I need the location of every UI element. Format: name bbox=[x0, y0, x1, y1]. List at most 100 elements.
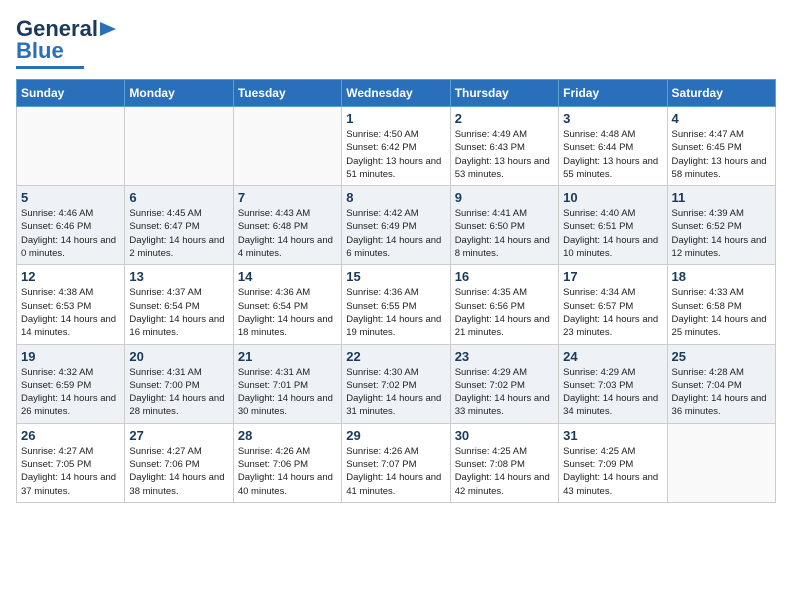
day-number: 1 bbox=[346, 111, 445, 126]
day-info: Sunrise: 4:25 AMSunset: 7:08 PMDaylight:… bbox=[455, 446, 550, 497]
day-info: Sunrise: 4:26 AMSunset: 7:07 PMDaylight:… bbox=[346, 446, 441, 497]
calendar-day-cell: 25 Sunrise: 4:28 AMSunset: 7:04 PMDaylig… bbox=[667, 344, 775, 423]
day-number: 14 bbox=[238, 269, 337, 284]
day-info: Sunrise: 4:41 AMSunset: 6:50 PMDaylight:… bbox=[455, 208, 550, 259]
calendar-day-cell: 3 Sunrise: 4:48 AMSunset: 6:44 PMDayligh… bbox=[559, 107, 667, 186]
day-info: Sunrise: 4:46 AMSunset: 6:46 PMDaylight:… bbox=[21, 208, 116, 259]
day-info: Sunrise: 4:34 AMSunset: 6:57 PMDaylight:… bbox=[563, 287, 658, 338]
day-info: Sunrise: 4:50 AMSunset: 6:42 PMDaylight:… bbox=[346, 129, 441, 180]
day-number: 23 bbox=[455, 349, 554, 364]
calendar-day-cell: 21 Sunrise: 4:31 AMSunset: 7:01 PMDaylig… bbox=[233, 344, 341, 423]
calendar-day-cell: 18 Sunrise: 4:33 AMSunset: 6:58 PMDaylig… bbox=[667, 265, 775, 344]
day-number: 5 bbox=[21, 190, 120, 205]
logo: General Blue bbox=[16, 16, 118, 69]
days-of-week-row: SundayMondayTuesdayWednesdayThursdayFrid… bbox=[17, 80, 776, 107]
calendar-day-cell: 2 Sunrise: 4:49 AMSunset: 6:43 PMDayligh… bbox=[450, 107, 558, 186]
day-info: Sunrise: 4:35 AMSunset: 6:56 PMDaylight:… bbox=[455, 287, 550, 338]
day-info: Sunrise: 4:36 AMSunset: 6:54 PMDaylight:… bbox=[238, 287, 333, 338]
day-number: 6 bbox=[129, 190, 228, 205]
calendar-day-cell bbox=[233, 107, 341, 186]
day-number: 12 bbox=[21, 269, 120, 284]
day-info: Sunrise: 4:31 AMSunset: 7:00 PMDaylight:… bbox=[129, 367, 224, 418]
calendar-day-cell: 29 Sunrise: 4:26 AMSunset: 7:07 PMDaylig… bbox=[342, 423, 450, 502]
calendar-day-cell: 12 Sunrise: 4:38 AMSunset: 6:53 PMDaylig… bbox=[17, 265, 125, 344]
calendar-body: 1 Sunrise: 4:50 AMSunset: 6:42 PMDayligh… bbox=[17, 107, 776, 503]
day-info: Sunrise: 4:47 AMSunset: 6:45 PMDaylight:… bbox=[672, 129, 767, 180]
calendar-day-cell bbox=[17, 107, 125, 186]
day-info: Sunrise: 4:33 AMSunset: 6:58 PMDaylight:… bbox=[672, 287, 767, 338]
day-number: 26 bbox=[21, 428, 120, 443]
calendar-day-cell: 6 Sunrise: 4:45 AMSunset: 6:47 PMDayligh… bbox=[125, 186, 233, 265]
day-info: Sunrise: 4:26 AMSunset: 7:06 PMDaylight:… bbox=[238, 446, 333, 497]
day-info: Sunrise: 4:48 AMSunset: 6:44 PMDaylight:… bbox=[563, 129, 658, 180]
calendar-day-cell: 15 Sunrise: 4:36 AMSunset: 6:55 PMDaylig… bbox=[342, 265, 450, 344]
day-info: Sunrise: 4:27 AMSunset: 7:06 PMDaylight:… bbox=[129, 446, 224, 497]
day-info: Sunrise: 4:27 AMSunset: 7:05 PMDaylight:… bbox=[21, 446, 116, 497]
day-number: 17 bbox=[563, 269, 662, 284]
day-info: Sunrise: 4:31 AMSunset: 7:01 PMDaylight:… bbox=[238, 367, 333, 418]
calendar-week-row: 1 Sunrise: 4:50 AMSunset: 6:42 PMDayligh… bbox=[17, 107, 776, 186]
day-number: 30 bbox=[455, 428, 554, 443]
day-number: 22 bbox=[346, 349, 445, 364]
day-info: Sunrise: 4:29 AMSunset: 7:02 PMDaylight:… bbox=[455, 367, 550, 418]
day-info: Sunrise: 4:42 AMSunset: 6:49 PMDaylight:… bbox=[346, 208, 441, 259]
day-number: 28 bbox=[238, 428, 337, 443]
day-info: Sunrise: 4:49 AMSunset: 6:43 PMDaylight:… bbox=[455, 129, 550, 180]
calendar-day-cell: 24 Sunrise: 4:29 AMSunset: 7:03 PMDaylig… bbox=[559, 344, 667, 423]
day-number: 8 bbox=[346, 190, 445, 205]
day-number: 29 bbox=[346, 428, 445, 443]
day-info: Sunrise: 4:38 AMSunset: 6:53 PMDaylight:… bbox=[21, 287, 116, 338]
day-number: 11 bbox=[672, 190, 771, 205]
page-header: General Blue bbox=[16, 16, 776, 69]
day-number: 9 bbox=[455, 190, 554, 205]
dow-header: Monday bbox=[125, 80, 233, 107]
day-number: 4 bbox=[672, 111, 771, 126]
day-number: 2 bbox=[455, 111, 554, 126]
calendar-day-cell: 27 Sunrise: 4:27 AMSunset: 7:06 PMDaylig… bbox=[125, 423, 233, 502]
calendar-day-cell: 1 Sunrise: 4:50 AMSunset: 6:42 PMDayligh… bbox=[342, 107, 450, 186]
calendar-week-row: 26 Sunrise: 4:27 AMSunset: 7:05 PMDaylig… bbox=[17, 423, 776, 502]
day-number: 25 bbox=[672, 349, 771, 364]
calendar-day-cell: 23 Sunrise: 4:29 AMSunset: 7:02 PMDaylig… bbox=[450, 344, 558, 423]
day-number: 10 bbox=[563, 190, 662, 205]
calendar-day-cell: 13 Sunrise: 4:37 AMSunset: 6:54 PMDaylig… bbox=[125, 265, 233, 344]
day-number: 31 bbox=[563, 428, 662, 443]
calendar-day-cell bbox=[667, 423, 775, 502]
logo-arrow-icon bbox=[100, 20, 118, 38]
calendar-day-cell: 7 Sunrise: 4:43 AMSunset: 6:48 PMDayligh… bbox=[233, 186, 341, 265]
calendar-day-cell: 31 Sunrise: 4:25 AMSunset: 7:09 PMDaylig… bbox=[559, 423, 667, 502]
day-info: Sunrise: 4:28 AMSunset: 7:04 PMDaylight:… bbox=[672, 367, 767, 418]
day-info: Sunrise: 4:25 AMSunset: 7:09 PMDaylight:… bbox=[563, 446, 658, 497]
calendar-day-cell: 14 Sunrise: 4:36 AMSunset: 6:54 PMDaylig… bbox=[233, 265, 341, 344]
calendar-day-cell: 20 Sunrise: 4:31 AMSunset: 7:00 PMDaylig… bbox=[125, 344, 233, 423]
calendar-week-row: 12 Sunrise: 4:38 AMSunset: 6:53 PMDaylig… bbox=[17, 265, 776, 344]
day-info: Sunrise: 4:45 AMSunset: 6:47 PMDaylight:… bbox=[129, 208, 224, 259]
calendar-day-cell bbox=[125, 107, 233, 186]
dow-header: Wednesday bbox=[342, 80, 450, 107]
day-info: Sunrise: 4:29 AMSunset: 7:03 PMDaylight:… bbox=[563, 367, 658, 418]
dow-header: Thursday bbox=[450, 80, 558, 107]
day-number: 3 bbox=[563, 111, 662, 126]
day-info: Sunrise: 4:37 AMSunset: 6:54 PMDaylight:… bbox=[129, 287, 224, 338]
day-info: Sunrise: 4:43 AMSunset: 6:48 PMDaylight:… bbox=[238, 208, 333, 259]
logo-underline bbox=[16, 66, 84, 69]
day-number: 15 bbox=[346, 269, 445, 284]
day-number: 21 bbox=[238, 349, 337, 364]
calendar-day-cell: 28 Sunrise: 4:26 AMSunset: 7:06 PMDaylig… bbox=[233, 423, 341, 502]
calendar-day-cell: 4 Sunrise: 4:47 AMSunset: 6:45 PMDayligh… bbox=[667, 107, 775, 186]
day-number: 20 bbox=[129, 349, 228, 364]
day-info: Sunrise: 4:36 AMSunset: 6:55 PMDaylight:… bbox=[346, 287, 441, 338]
calendar-day-cell: 17 Sunrise: 4:34 AMSunset: 6:57 PMDaylig… bbox=[559, 265, 667, 344]
calendar-week-row: 19 Sunrise: 4:32 AMSunset: 6:59 PMDaylig… bbox=[17, 344, 776, 423]
day-number: 27 bbox=[129, 428, 228, 443]
day-info: Sunrise: 4:39 AMSunset: 6:52 PMDaylight:… bbox=[672, 208, 767, 259]
dow-header: Tuesday bbox=[233, 80, 341, 107]
day-number: 24 bbox=[563, 349, 662, 364]
calendar-day-cell: 8 Sunrise: 4:42 AMSunset: 6:49 PMDayligh… bbox=[342, 186, 450, 265]
dow-header: Saturday bbox=[667, 80, 775, 107]
day-number: 16 bbox=[455, 269, 554, 284]
day-info: Sunrise: 4:32 AMSunset: 6:59 PMDaylight:… bbox=[21, 367, 116, 418]
day-number: 19 bbox=[21, 349, 120, 364]
day-number: 13 bbox=[129, 269, 228, 284]
calendar-day-cell: 30 Sunrise: 4:25 AMSunset: 7:08 PMDaylig… bbox=[450, 423, 558, 502]
